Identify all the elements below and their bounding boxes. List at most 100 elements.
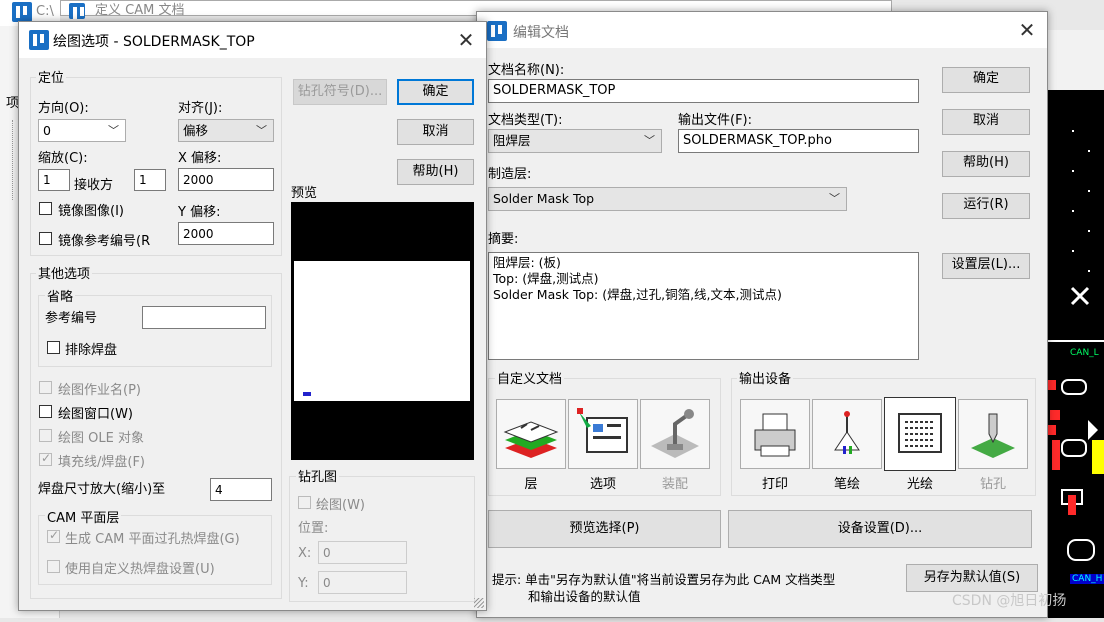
preview-board-mark xyxy=(303,392,311,396)
summary-line: 阻焊层: (板) xyxy=(493,255,561,270)
drill-x-input[interactable]: 0 xyxy=(318,541,407,564)
bg-title-left: C:\ xyxy=(36,4,54,19)
output-file-input[interactable]: SOLDERMASK_TOP.pho xyxy=(678,129,919,153)
resize-grip-icon[interactable] xyxy=(474,598,484,608)
omit-group-title: 省略 xyxy=(45,286,76,305)
close-icon[interactable]: ✕ xyxy=(1015,18,1039,42)
save-default-button[interactable]: 另存为默认值(S) xyxy=(906,564,1038,592)
edit-document-titlebar[interactable]: 编辑文档 ✕ xyxy=(477,12,1047,48)
plot-job-name-label: 绘图作业名(P) xyxy=(58,383,141,398)
plot-ole-label: 绘图 OLE 对象 xyxy=(58,431,144,446)
x-offset-input[interactable]: 2000 xyxy=(178,168,274,191)
photo-plot-device-button[interactable] xyxy=(884,397,956,471)
plot-options-dialog: 绘图选项 - SOLDERMASK_TOP ✕ 定位 方向(O): 0 ﹀ 对齐… xyxy=(18,21,487,611)
preview-select-button[interactable]: 预览选择(P) xyxy=(488,510,721,548)
scale-input-2[interactable]: 1 xyxy=(134,169,166,191)
direction-value: 0 xyxy=(43,123,51,138)
direction-label: 方向(O): xyxy=(38,101,89,116)
doc-type-select[interactable]: 阻焊层 ﹀ xyxy=(488,129,662,153)
pcb-board-view[interactable]: CAN_L CAN_H xyxy=(1048,90,1104,618)
drill-plot-checkbox[interactable] xyxy=(298,496,311,509)
cancel-button[interactable]: 取消 xyxy=(397,119,474,145)
mirror-ref-label: 镜像参考编号(R xyxy=(58,234,151,249)
scale-mid-label: 接收方 xyxy=(74,178,114,193)
drill-position-label: 位置: xyxy=(298,521,329,536)
fab-layer-value: Solder Mask Top xyxy=(493,191,595,206)
pad-scale-input[interactable]: 4 xyxy=(210,478,272,501)
align-select[interactable]: 偏移 ﹀ xyxy=(178,119,274,142)
fab-layer-select[interactable]: Solder Mask Top ﹀ xyxy=(488,187,847,211)
plot-options-title: 绘图选项 - SOLDERMASK_TOP xyxy=(53,34,255,50)
layers-setup-button[interactable]: 设置层(L)... xyxy=(942,253,1030,279)
scale-input-1[interactable]: 1 xyxy=(38,169,70,191)
cam-custom-thermal-checkbox[interactable] xyxy=(47,560,60,573)
photo-plot-device-label: 光绘 xyxy=(906,477,933,492)
app-icon xyxy=(12,2,32,22)
direction-select[interactable]: 0 ﹀ xyxy=(38,119,126,142)
layers-tool-button[interactable] xyxy=(496,399,566,469)
help-button[interactable]: 帮助(H) xyxy=(397,159,474,185)
preview-canvas xyxy=(291,202,474,460)
print-device-button[interactable] xyxy=(740,399,810,469)
scale-label: 缩放(C): xyxy=(38,151,88,166)
assembly-tool-label: 装配 xyxy=(661,477,688,492)
output-file-label: 输出文件(F): xyxy=(678,113,753,128)
position-group-title: 定位 xyxy=(36,67,67,86)
ref-number-input[interactable] xyxy=(142,306,266,329)
run-button[interactable]: 运行(R) xyxy=(942,193,1030,219)
cam-thermal-checkbox[interactable] xyxy=(47,528,60,543)
mirror-image-label: 镜像图像(I) xyxy=(58,204,124,219)
drill-y-input[interactable]: 0 xyxy=(318,571,407,594)
cam-custom-thermal-label: 使用自定义热焊盘设置(U) xyxy=(65,562,215,577)
pen-plot-device-button[interactable] xyxy=(812,399,882,469)
layers-icon xyxy=(503,421,559,458)
watermark: CSDN @旭日初扬 xyxy=(952,593,1067,609)
background-strip-right xyxy=(1048,30,1104,90)
doc-name-label: 文档名称(N): xyxy=(488,63,565,78)
pen-plotter-icon xyxy=(834,411,860,454)
summary-line: Solder Mask Top: (焊盘,过孔,铜箔,线,文本,测试点) xyxy=(493,287,782,302)
options-tool-label: 选项 xyxy=(589,477,616,492)
plot-ole-checkbox[interactable] xyxy=(39,429,52,442)
ok-button[interactable]: 确定 xyxy=(397,79,474,105)
mirror-ref-checkbox[interactable] xyxy=(39,232,52,245)
plot-job-name-checkbox[interactable] xyxy=(39,381,52,394)
ref-number-label: 参考编号 xyxy=(45,311,98,326)
y-offset-input[interactable]: 2000 xyxy=(178,222,274,245)
exclude-pads-label: 排除焊盘 xyxy=(65,343,118,358)
bg-title-mid: 定义 CAM 文档 xyxy=(95,3,185,18)
device-setup-button[interactable]: 设备设置(D)... xyxy=(728,510,1032,548)
fill-lines-label: 填充线/焊盘(F) xyxy=(58,455,146,470)
printer-icon xyxy=(754,413,796,457)
drill-plot-label: 绘图(W) xyxy=(316,498,365,513)
plot-options-titlebar[interactable]: 绘图选项 - SOLDERMASK_TOP ✕ xyxy=(19,22,486,58)
close-icon[interactable]: ✕ xyxy=(454,28,478,52)
help-button[interactable]: 帮助(H) xyxy=(942,151,1030,177)
summary-label: 摘要: xyxy=(488,232,519,247)
options-icon xyxy=(577,408,628,453)
summary-line: Top: (焊盘,测试点) xyxy=(493,271,599,286)
drill-x-label: X: xyxy=(298,546,312,561)
plot-window-checkbox[interactable] xyxy=(39,405,52,418)
drill-icon xyxy=(971,413,1015,458)
drill-device-button[interactable] xyxy=(958,399,1028,469)
mirror-image-checkbox[interactable] xyxy=(39,202,52,215)
fill-lines-checkbox[interactable] xyxy=(39,451,52,466)
cancel-button[interactable]: 取消 xyxy=(942,109,1030,135)
pcb-label-can-h: CAN_H xyxy=(1070,574,1104,584)
drill-y-label: Y: xyxy=(298,576,309,591)
exclude-pads-checkbox[interactable] xyxy=(47,341,60,354)
doc-type-label: 文档类型(T): xyxy=(488,113,563,128)
doc-name-input[interactable]: SOLDERMASK_TOP xyxy=(488,79,919,103)
ok-button[interactable]: 确定 xyxy=(942,67,1030,93)
summary-box[interactable]: 阻焊层: (板) Top: (焊盘,测试点) Solder Mask Top: … xyxy=(488,252,919,360)
assembly-icon xyxy=(651,409,699,458)
options-tool-button[interactable] xyxy=(568,399,638,469)
pen-plot-device-label: 笔绘 xyxy=(833,477,860,492)
other-options-group-title: 其他选项 xyxy=(36,263,93,282)
output-device-group-title: 输出设备 xyxy=(737,368,794,387)
edit-document-dialog: 编辑文档 ✕ 文档名称(N): SOLDERMASK_TOP 文档类型(T): … xyxy=(476,11,1048,618)
assembly-tool-button[interactable] xyxy=(640,399,710,469)
drill-symbol-button[interactable]: 钻孔符号(D)... xyxy=(293,79,387,105)
pad-scale-label: 焊盘尺寸放大(缩小)至 xyxy=(38,482,166,497)
